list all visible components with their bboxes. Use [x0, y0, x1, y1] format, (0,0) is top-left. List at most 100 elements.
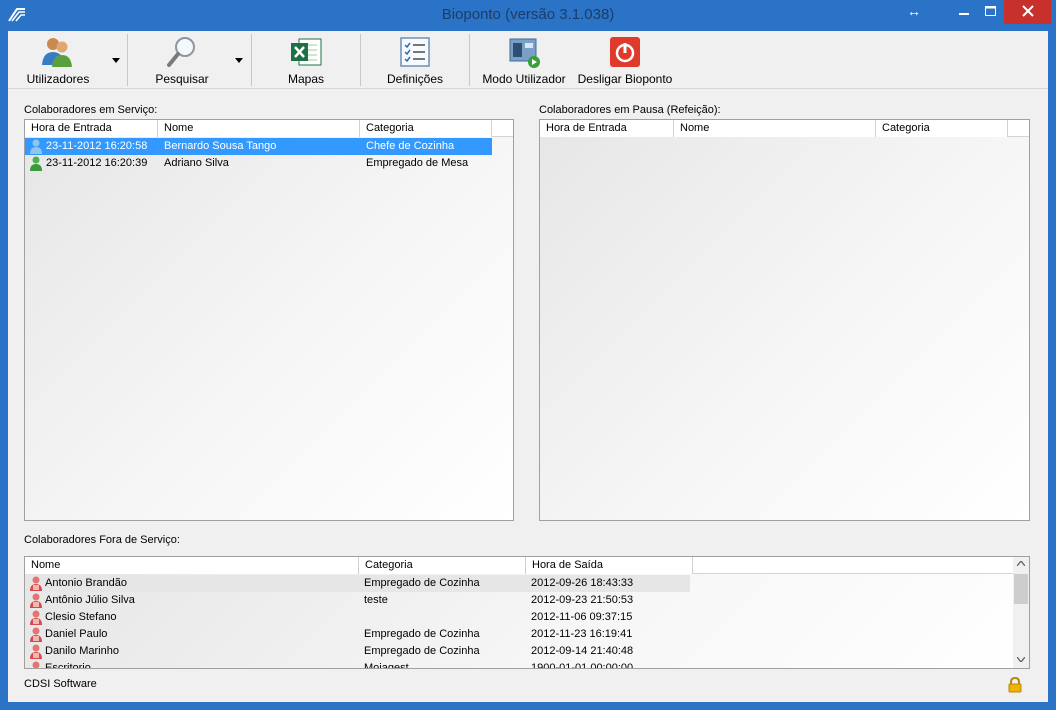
- pesquisar-dropdown-icon[interactable]: [235, 58, 243, 63]
- checklist-icon: [400, 37, 430, 67]
- vertical-scrollbar[interactable]: [1013, 557, 1029, 668]
- definicoes-label: Definições: [386, 72, 444, 86]
- hora-saida-cell: 2012-11-06 09:37:15: [531, 611, 633, 623]
- minimize-button[interactable]: [950, 0, 978, 24]
- maximize-button[interactable]: [976, 0, 1004, 24]
- column-header-hora-entrada[interactable]: Hora de Entrada: [25, 120, 158, 137]
- pesquisar-label: Pesquisar: [155, 72, 209, 86]
- toolbar-separator: [127, 34, 128, 86]
- modo-utilizador-button[interactable]: Modo Utilizador: [478, 31, 570, 89]
- power-icon: [610, 37, 640, 67]
- categoria-cell: teste: [364, 594, 388, 606]
- nome-cell: Adriano Silva: [164, 157, 229, 169]
- search-icon: [167, 37, 195, 67]
- desligar-label: Desligar Bioponto: [577, 72, 673, 86]
- modo-utilizador-label: Modo Utilizador: [482, 72, 566, 86]
- categoria-cell: Empregado de Mesa: [366, 157, 469, 169]
- hora-saida-cell: 2012-09-14 21:40:48: [531, 645, 634, 657]
- desligar-button[interactable]: Desligar Bioponto: [574, 31, 676, 89]
- hora-saida-cell: 2012-09-23 21:50:53: [531, 594, 634, 606]
- utilizadores-dropdown-icon[interactable]: [112, 58, 120, 63]
- maximize-icon: [984, 6, 996, 16]
- scroll-down-icon[interactable]: [1017, 657, 1025, 662]
- nome-cell: Bernardo Sousa Tango: [164, 140, 277, 152]
- em-servico-header: Hora de Entrada Nome Categoria: [25, 120, 513, 137]
- minimize-icon: [959, 13, 969, 15]
- table-row[interactable]: Clesio Stefano 2012-11-06 09:37:15: [25, 609, 690, 626]
- toolbar-separator: [251, 34, 252, 86]
- user-mode-icon: [509, 38, 540, 68]
- mapas-label: Mapas: [287, 72, 325, 86]
- fora-servico-label: Colaboradores Fora de Serviço:: [24, 534, 180, 546]
- table-row[interactable]: Antonio Brandão Empregado de Cozinha 2012-…: [25, 575, 690, 592]
- table-row[interactable]: Antônio Júlio Silva teste 2012-09-23 21:50…: [25, 592, 690, 609]
- table-row[interactable]: 23-11-2012 16:20:58 Bernardo Sousa Tango…: [25, 138, 492, 155]
- users-icon: [42, 38, 72, 67]
- categoria-cell: Chefe de Cozinha: [366, 140, 455, 152]
- client-area: Utilizadores Pesquisar Mapas Definições …: [8, 31, 1048, 702]
- scroll-thumb[interactable]: [1014, 574, 1028, 604]
- application-window: Bioponto (versão 3.1.038) ↔ Utilizadores: [0, 0, 1056, 710]
- title-bar[interactable]: Bioponto (versão 3.1.038) ↔: [0, 0, 1056, 31]
- lock-icon[interactable]: [1008, 677, 1022, 693]
- user-out-of-service-icon: [30, 576, 42, 591]
- nome-cell: Antônio Júlio Silva: [45, 594, 135, 606]
- status-bar: CDSI Software: [8, 671, 1048, 702]
- table-row[interactable]: Danilo Marinho Empregado de Cozinha 2012-0…: [25, 643, 690, 660]
- hora-saida-cell: 1900-01-01 00:00:00: [531, 662, 634, 669]
- toolbar-separator: [469, 34, 470, 86]
- nome-cell: Danilo Marinho: [45, 645, 119, 657]
- fora-servico-list[interactable]: Nome Categoria Hora de Saída Antonio Bra…: [24, 556, 1030, 669]
- close-button[interactable]: [1004, 0, 1051, 24]
- mapas-button[interactable]: Mapas: [264, 31, 348, 89]
- nome-cell: Clesio Stefano: [45, 611, 117, 623]
- column-header-hora-saida[interactable]: Hora de Saída: [526, 557, 693, 574]
- em-servico-label: Colaboradores em Serviço:: [24, 104, 158, 116]
- window-title: Bioponto (versão 3.1.038): [441, 6, 615, 23]
- scroll-up-icon[interactable]: [1017, 561, 1025, 566]
- em-pausa-list[interactable]: Hora de Entrada Nome Categoria: [539, 119, 1030, 521]
- user-out-of-service-icon: [30, 593, 42, 608]
- user-out-of-service-icon: [30, 627, 42, 642]
- toolbar-separator: [360, 34, 361, 86]
- hora-entrada-cell: 23-11-2012 16:20:39: [46, 157, 148, 169]
- toolbar: Utilizadores Pesquisar Mapas Definições …: [8, 31, 1048, 89]
- status-text: CDSI Software: [24, 678, 97, 690]
- user-in-service-icon: [30, 139, 42, 154]
- nome-cell: Daniel Paulo: [45, 628, 108, 640]
- hora-saida-cell: 2012-09-26 18:43:33: [531, 577, 634, 589]
- user-out-of-service-icon: [30, 610, 42, 625]
- user-out-of-service-icon: [32, 661, 40, 668]
- hora-entrada-cell: 23-11-2012 16:20:58: [46, 140, 148, 152]
- definicoes-button[interactable]: Definições: [372, 31, 458, 89]
- table-row[interactable]: Escritorio Mojagest 1900-01-01 00:00:00: [25, 660, 690, 669]
- utilizadores-label: Utilizadores: [26, 72, 90, 86]
- em-pausa-label: Colaboradores em Pausa (Refeição):: [539, 104, 721, 116]
- column-header-nome[interactable]: Nome: [674, 120, 876, 137]
- categoria-cell: Mojagest: [364, 662, 409, 669]
- column-header-nome[interactable]: Nome: [25, 557, 359, 574]
- fora-servico-header: Nome Categoria Hora de Saída: [25, 557, 1013, 574]
- user-out-of-service-icon: [30, 644, 42, 659]
- column-header-categoria[interactable]: Categoria: [359, 557, 526, 574]
- em-servico-list[interactable]: Hora de Entrada Nome Categoria 23-11-201…: [24, 119, 514, 521]
- column-header-categoria[interactable]: Categoria: [876, 120, 1008, 137]
- column-header-categoria[interactable]: Categoria: [360, 120, 492, 137]
- nome-cell: Escritorio: [45, 662, 91, 669]
- column-header-hora-entrada[interactable]: Hora de Entrada: [540, 120, 674, 137]
- table-row[interactable]: Daniel Paulo Empregado de Cozinha 2012-11-…: [25, 626, 690, 643]
- utilizadores-button[interactable]: Utilizadores: [18, 31, 98, 89]
- categoria-cell: Empregado de Cozinha: [364, 628, 480, 640]
- excel-icon: [291, 38, 322, 66]
- hora-saida-cell: 2012-11-23 16:19:41: [531, 628, 633, 640]
- table-row[interactable]: 23-11-2012 16:20:39 Adriano Silva Empreg…: [25, 155, 492, 172]
- pesquisar-button[interactable]: Pesquisar: [142, 31, 222, 89]
- close-icon: [1021, 5, 1034, 17]
- user-in-service-icon: [30, 156, 42, 171]
- categoria-cell: Empregado de Cozinha: [364, 577, 480, 589]
- column-header-nome[interactable]: Nome: [158, 120, 360, 137]
- em-pausa-header: Hora de Entrada Nome Categoria: [540, 120, 1029, 137]
- categoria-cell: Empregado de Cozinha: [364, 645, 480, 657]
- resize-icon[interactable]: ↔: [904, 0, 924, 24]
- nome-cell: Antonio Brandão: [45, 577, 127, 589]
